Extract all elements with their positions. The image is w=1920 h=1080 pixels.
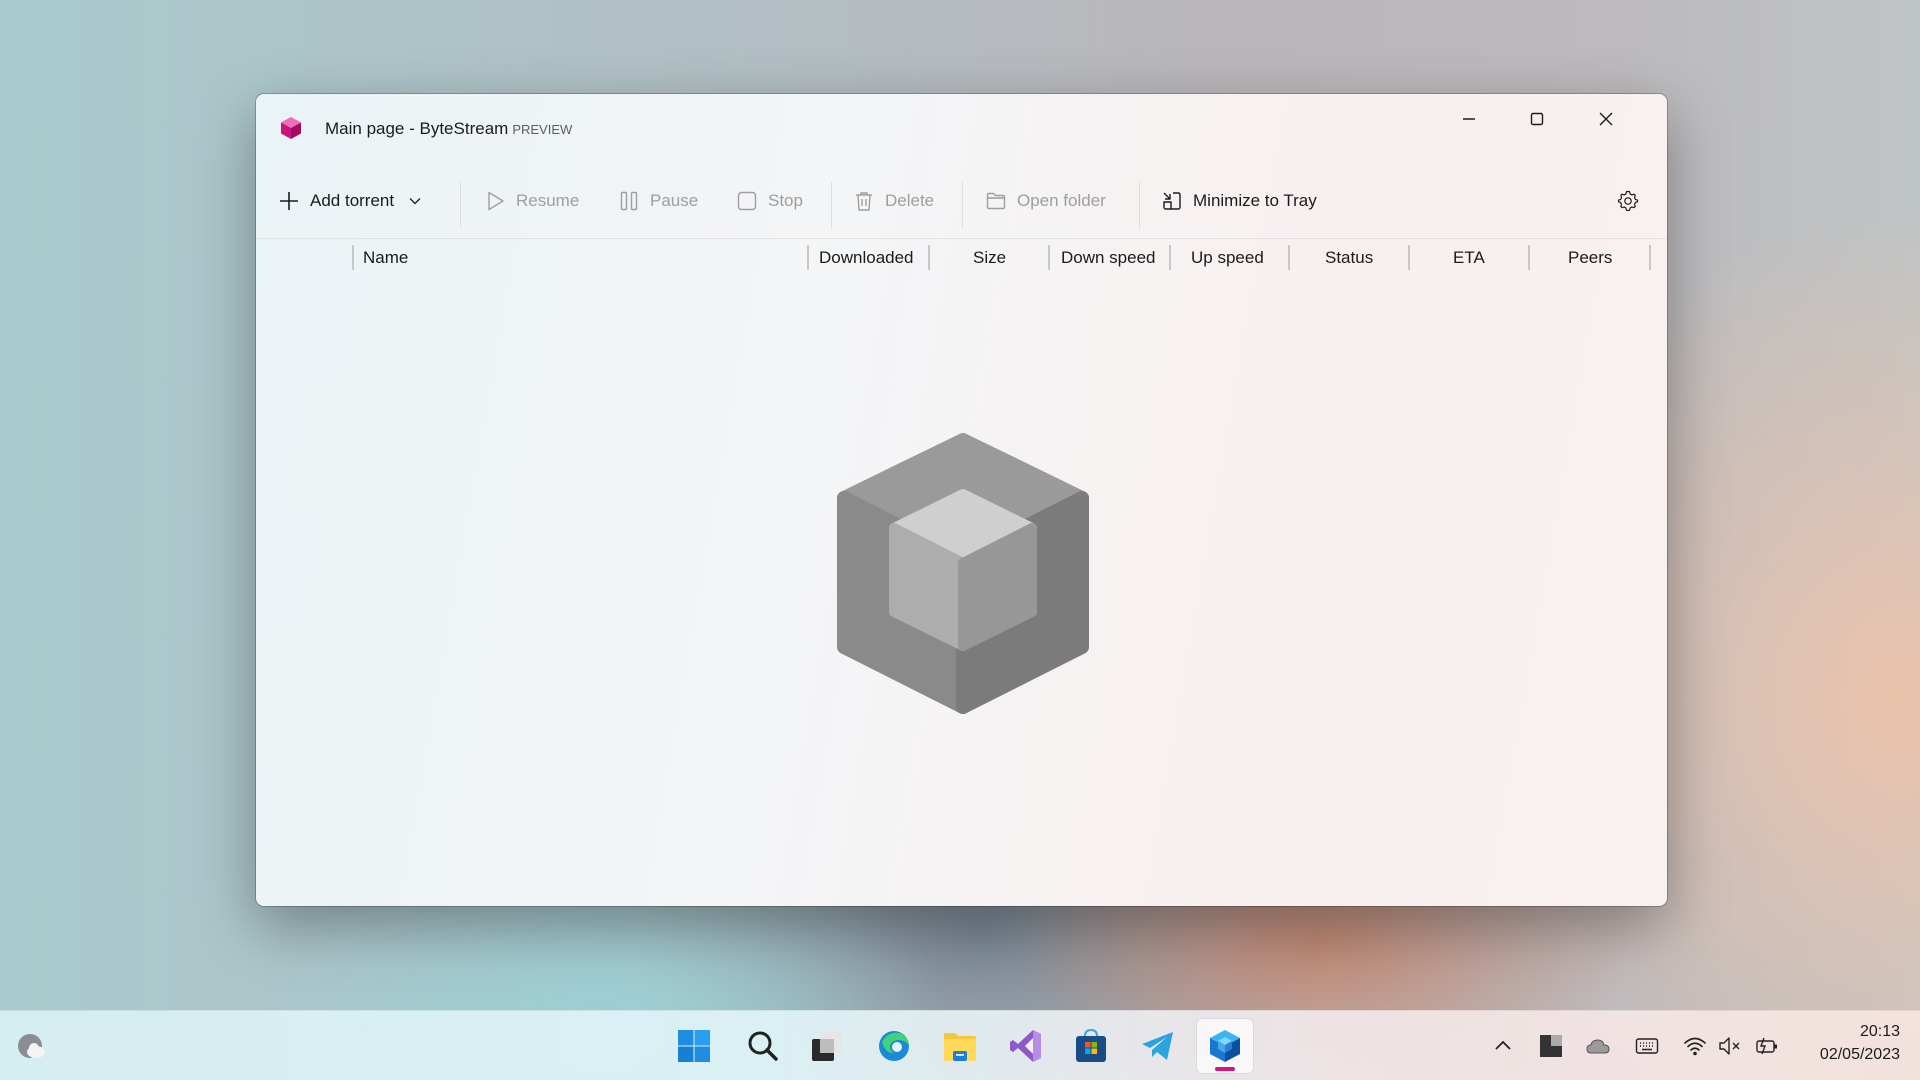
battery-button[interactable]	[1754, 1033, 1780, 1059]
table-header: Name Downloaded Size Down speed Up speed…	[256, 240, 1667, 274]
tray-app-button[interactable]	[1538, 1033, 1564, 1059]
column-resize-handle[interactable]	[807, 245, 809, 270]
bytestream-icon	[1210, 1030, 1240, 1062]
pause-label: Pause	[650, 191, 699, 210]
column-resize-handle[interactable]	[1288, 245, 1290, 270]
windows-start-icon	[678, 1030, 710, 1062]
taskbar-start-button[interactable]	[666, 1019, 722, 1073]
clock-date: 02/05/2023	[1819, 1046, 1900, 1063]
settings-button[interactable]	[1617, 184, 1639, 218]
column-header-up-speed[interactable]: Up speed	[1191, 248, 1264, 268]
store-icon	[1076, 1028, 1106, 1062]
main-window: Main page - ByteStream PREVIEW Add torren…	[256, 94, 1667, 906]
taskbar-visual-studio-button[interactable]	[998, 1019, 1054, 1073]
resume-label: Resume	[516, 191, 580, 210]
taskbar-clock[interactable]: 20:13 02/05/2023	[1820, 1020, 1900, 1066]
toolbar-separator	[831, 182, 832, 228]
window-title-text: Main page - ByteStream	[325, 119, 509, 138]
taskbar: 20:13 02/05/2023	[0, 1010, 1920, 1080]
taskbar-task-view-button[interactable]	[799, 1019, 855, 1073]
delete-label: Delete	[885, 191, 935, 210]
column-resize-handle[interactable]	[352, 245, 354, 270]
column-resize-handle[interactable]	[928, 245, 930, 270]
open-folder-button[interactable]: Open folder	[985, 184, 1106, 218]
chevron-down-icon[interactable]	[408, 194, 422, 208]
column-header-down-speed[interactable]: Down speed	[1061, 248, 1156, 268]
preview-badge: PREVIEW	[512, 122, 573, 137]
onedrive-cloud-icon	[1586, 1039, 1610, 1054]
column-resize-handle[interactable]	[1408, 245, 1410, 270]
volume-button[interactable]	[1717, 1033, 1743, 1059]
toolbar-separator	[962, 182, 963, 228]
add-torrent-label: Add torrent	[310, 191, 395, 210]
column-resize-handle[interactable]	[1528, 245, 1530, 270]
window-title: Main page - ByteStream PREVIEW	[325, 119, 572, 139]
column-header-status[interactable]: Status	[1325, 248, 1373, 268]
wifi-icon	[1684, 1037, 1706, 1056]
visual-studio-icon	[1010, 1030, 1041, 1062]
add-torrent-button[interactable]: Add torrent	[278, 184, 422, 218]
pause-icon	[620, 191, 638, 211]
column-header-name[interactable]: Name	[363, 248, 408, 268]
play-icon	[488, 191, 504, 211]
taskbar-edge-button[interactable]	[866, 1019, 922, 1073]
plus-icon	[280, 192, 298, 210]
taskbar-telegram-button[interactable]	[1130, 1019, 1186, 1073]
minimize-to-tray-label: Minimize to Tray	[1193, 191, 1317, 210]
toolbar-separator	[460, 182, 461, 228]
stop-label: Stop	[768, 191, 803, 210]
maximize-icon	[1530, 112, 1544, 126]
column-resize-handle[interactable]	[1649, 245, 1651, 270]
taskbar-bytestream-button[interactable]	[1197, 1019, 1253, 1073]
telegram-icon	[1142, 1032, 1173, 1060]
column-header-size[interactable]: Size	[973, 248, 1006, 268]
keyboard-icon	[1635, 1038, 1659, 1054]
minimize-to-tray-icon	[1163, 192, 1181, 210]
close-icon	[1599, 112, 1613, 126]
touch-keyboard-button[interactable]	[1634, 1033, 1660, 1059]
chevron-up-icon	[1495, 1040, 1511, 1050]
minimize-to-tray-button[interactable]: Minimize to Tray	[1161, 184, 1317, 218]
column-header-downloaded[interactable]: Downloaded	[819, 248, 914, 268]
onedrive-button[interactable]	[1585, 1033, 1611, 1059]
show-hidden-icons-button[interactable]	[1490, 1033, 1516, 1059]
column-header-peers[interactable]: Peers	[1568, 248, 1612, 268]
toolbar-separator	[1139, 182, 1140, 228]
stop-button[interactable]: Stop	[736, 184, 803, 218]
minimize-icon	[1463, 118, 1475, 120]
edge-browser-icon	[879, 1031, 909, 1061]
pause-button[interactable]: Pause	[618, 184, 698, 218]
empty-state-cube-icon	[837, 433, 1089, 714]
active-app-indicator	[1215, 1067, 1235, 1071]
task-view-icon	[812, 1031, 842, 1061]
taskbar-search-button[interactable]	[735, 1019, 791, 1073]
column-resize-handle[interactable]	[1169, 245, 1171, 270]
close-button[interactable]	[1572, 94, 1640, 144]
trash-icon	[856, 192, 872, 211]
folder-icon	[944, 1033, 976, 1061]
column-header-eta[interactable]: ETA	[1453, 248, 1485, 268]
maximize-button[interactable]	[1503, 94, 1571, 144]
taskbar-file-explorer-button[interactable]	[932, 1019, 988, 1073]
weather-widget-icon[interactable]	[14, 1031, 50, 1063]
stop-icon	[737, 191, 757, 211]
search-icon	[748, 1031, 778, 1061]
gear-icon	[1617, 190, 1639, 212]
app-tray-icon	[1540, 1035, 1562, 1057]
battery-charging-icon	[1756, 1037, 1777, 1055]
clock-time: 20:13	[1859, 1023, 1900, 1040]
delete-button[interactable]: Delete	[853, 184, 934, 218]
bytestream-app-icon	[281, 117, 301, 139]
minimize-button[interactable]	[1435, 94, 1503, 144]
open-folder-label: Open folder	[1017, 191, 1106, 210]
folder-icon	[986, 192, 1006, 210]
taskbar-store-button[interactable]	[1063, 1019, 1119, 1073]
column-resize-handle[interactable]	[1048, 245, 1050, 270]
command-bar: Add torrent Resume Pause Stop Delete Ope…	[256, 164, 1667, 239]
network-button[interactable]	[1682, 1033, 1708, 1059]
volume-muted-icon	[1719, 1037, 1740, 1055]
title-bar[interactable]: Main page - ByteStream PREVIEW	[256, 94, 1667, 164]
resume-button[interactable]: Resume	[484, 184, 579, 218]
